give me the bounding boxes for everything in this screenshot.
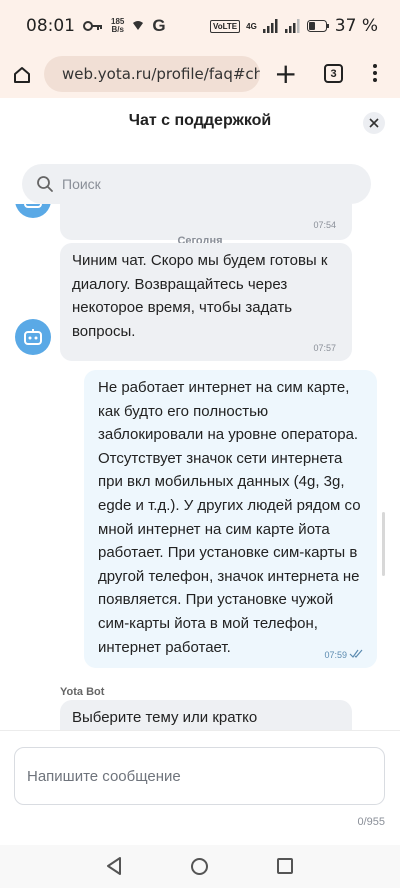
g-logo-icon: G [152, 16, 166, 35]
scrollbar[interactable] [382, 512, 385, 576]
cell-signal-icon [262, 19, 278, 33]
new-tab-button[interactable]: + [274, 60, 297, 88]
message-bubble-bot: Выберите тему или кратко [60, 700, 352, 730]
message-bubble-bot: Чиним чат. Скоро мы будем готовы к диало… [60, 243, 352, 361]
url-text: web.yota.ru/profile/faq#cha [62, 65, 260, 83]
menu-dot [373, 64, 377, 68]
bot-avatar [15, 319, 51, 355]
char-counter: 0/955 [357, 816, 385, 828]
battery-icon [306, 20, 329, 32]
close-button[interactable] [363, 112, 385, 134]
home-icon [14, 67, 30, 83]
status-time: 08:01 [26, 16, 75, 36]
net-speed-unit: B/s [111, 25, 124, 34]
message-time: 07:59 [324, 650, 347, 660]
tabs-button[interactable]: 3 [324, 64, 343, 83]
menu-dot [373, 71, 377, 75]
status-bar: 08:01 185 B/s G VoLTE 4G 37 % [0, 0, 400, 52]
read-receipt-icon [349, 649, 363, 658]
cell-signal-2-icon [284, 19, 300, 33]
bot-avatar [15, 204, 51, 218]
message-text: Чиним чат. Скоро мы будем готовы к диало… [72, 252, 328, 340]
browser-toolbar: web.yota.ru/profile/faq#cha + 3 [0, 52, 400, 98]
divider [0, 730, 400, 731]
address-bar[interactable]: web.yota.ru/profile/faq#cha [44, 56, 260, 92]
close-icon [369, 118, 379, 128]
search-icon [37, 176, 53, 192]
message-text: Выберите тему или кратко [72, 709, 258, 726]
search-input[interactable] [62, 176, 322, 192]
back-nav-icon[interactable] [106, 857, 122, 875]
battery-level: 37 % [334, 16, 378, 36]
net-speed: 185 B/s [111, 18, 124, 34]
chat-title: Чат с поддержкой [128, 112, 272, 129]
menu-dot [373, 78, 377, 82]
overflow-menu-icon[interactable] [372, 64, 378, 82]
system-nav-bar [0, 845, 400, 888]
message-time: 07:54 [313, 220, 336, 230]
home-nav-icon[interactable] [191, 858, 208, 875]
signal-icon [133, 21, 144, 30]
status-right: VoLTE 4G 37 % [209, 16, 378, 36]
status-left: 08:01 185 B/s G [26, 16, 166, 36]
sender-name: Yota Bot [60, 686, 105, 698]
message-list[interactable]: 07:54 Сегодня Чиним чат. Скоро мы будем … [0, 204, 400, 730]
recents-nav-icon[interactable] [277, 858, 293, 874]
home-button[interactable] [0, 65, 44, 85]
message-composer[interactable] [14, 747, 385, 805]
volte-badge: VoLTE [209, 19, 241, 33]
plus-icon: + [274, 57, 298, 90]
network-type: 4G [246, 21, 257, 31]
key-icon [83, 21, 102, 31]
message-input[interactable] [27, 767, 367, 785]
search-box[interactable] [22, 164, 371, 204]
bot-avatar-icon [24, 329, 42, 345]
bot-avatar-icon [24, 204, 42, 208]
message-text: Не работает интернет на сим карте, как б… [98, 379, 361, 656]
message-bubble-user: Не работает интернет на сим карте, как б… [84, 370, 377, 668]
tab-count: 3 [330, 67, 337, 80]
message-time: 07:57 [313, 343, 336, 353]
